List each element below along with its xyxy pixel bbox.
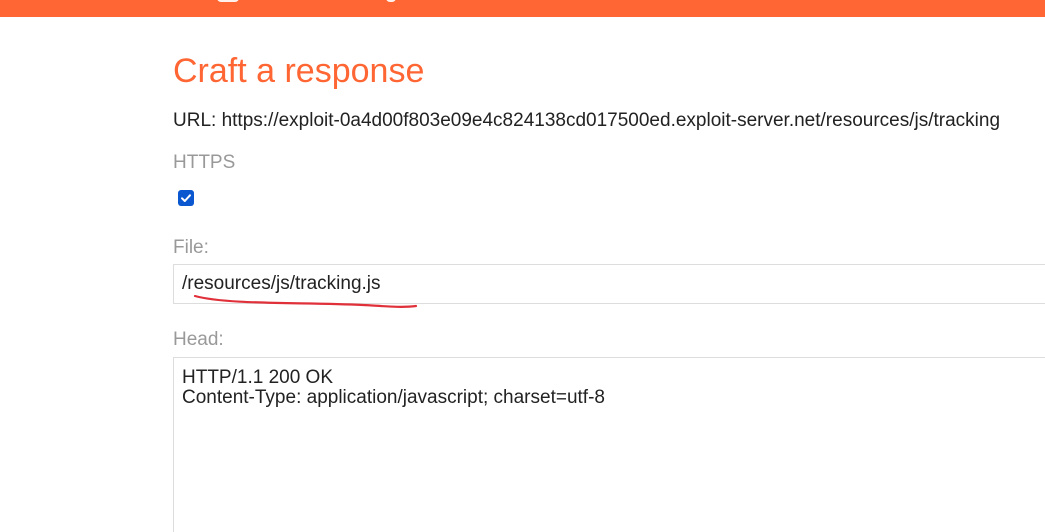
exploit-server-page: Craft a response URL: https://exploit-0a… (0, 0, 1045, 532)
file-label: File: (173, 237, 209, 258)
exploit-url: URL: https://exploit-0a4d00f803e09e4c824… (173, 110, 1001, 131)
https-label: HTTPS (173, 152, 236, 173)
file-path-input[interactable] (173, 264, 1045, 304)
https-checkbox[interactable] (178, 190, 194, 206)
head-label: Head: (173, 329, 224, 350)
craft-response-form: Craft a response URL: https://exploit-0a… (173, 0, 1045, 532)
page-title: Craft a response (173, 52, 425, 90)
response-head-textarea[interactable]: HTTP/1.1 200 OK Content-Type: applicatio… (173, 357, 1045, 532)
check-icon (181, 194, 191, 202)
